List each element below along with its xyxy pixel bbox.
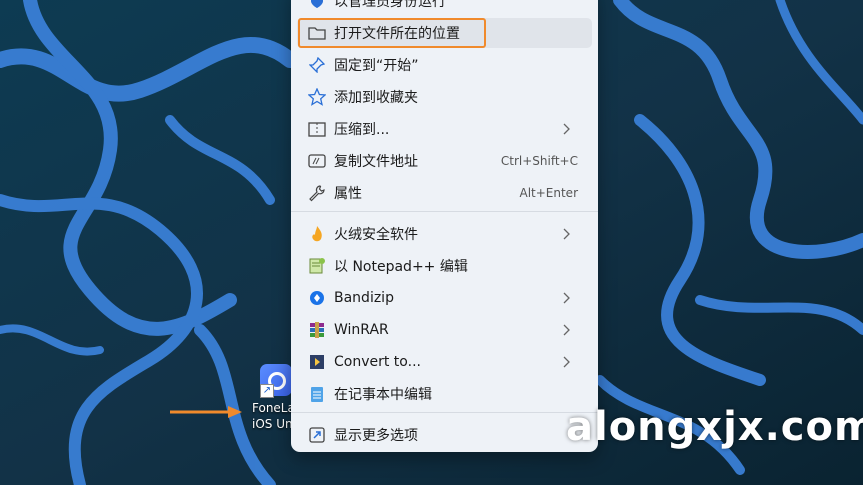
chevron-right-icon: [563, 228, 570, 240]
shortcut-label-line2: iOS Unlocker: [252, 417, 296, 431]
menu-item-shortcut: Ctrl+Shift+C: [500, 154, 578, 168]
menu-item-add-to-favorites[interactable]: 添加到收藏夹: [297, 82, 592, 112]
huorong-icon: [307, 224, 327, 244]
highlight-box: [298, 18, 486, 48]
menu-separator: [291, 412, 598, 413]
star-icon: [307, 87, 327, 107]
menu-item-pin-to-start[interactable]: 固定到“开始”: [297, 50, 592, 80]
menu-item-label: 压缩到...: [334, 122, 390, 138]
watermark: alongxjx.com: [566, 404, 863, 450]
menu-item-edit-in-notepad[interactable]: 在记事本中编辑: [297, 379, 592, 409]
menu-item-label: 以管理员身份运行: [334, 0, 446, 10]
menu-item-label: Convert to...: [334, 354, 421, 370]
menu-item-label: 火绒安全软件: [334, 227, 418, 243]
menu-separator: [291, 211, 598, 212]
menu-item-label: 显示更多选项: [334, 428, 418, 444]
menu-item-run-as-admin[interactable]: 以管理员身份运行: [297, 0, 592, 16]
menu-item-label: 属性: [334, 186, 362, 202]
menu-item-bandizip[interactable]: Bandizip: [297, 283, 592, 313]
chevron-right-icon: [563, 324, 570, 336]
menu-item-label: 添加到收藏夹: [334, 90, 418, 106]
convert-icon: [307, 352, 327, 372]
menu-item-show-more-options[interactable]: 显示更多选项: [297, 420, 592, 450]
menu-item-properties[interactable]: 属性 Alt+Enter: [297, 178, 592, 208]
context-menu: 以管理员身份运行 打开文件所在的位置 固定到“开始” 添加到收藏夹 压缩到...: [291, 0, 598, 452]
menu-item-label: 固定到“开始”: [334, 58, 419, 74]
shortcut-label-line1: FoneLab: [252, 401, 296, 415]
shield-icon: [307, 0, 327, 11]
notepad-icon: [307, 384, 327, 404]
menu-item-huorong[interactable]: 火绒安全软件: [297, 219, 592, 249]
menu-item-label: 以 Notepad++ 编辑: [334, 259, 468, 275]
menu-item-label: 复制文件地址: [334, 154, 418, 170]
menu-item-convert-to[interactable]: Convert to...: [297, 347, 592, 377]
more-options-icon: [307, 425, 327, 445]
chevron-right-icon: [563, 356, 570, 368]
menu-item-label: 在记事本中编辑: [334, 387, 432, 403]
menu-item-notepadpp[interactable]: 以 Notepad++ 编辑: [297, 251, 592, 281]
wrench-icon: [307, 183, 327, 203]
bandizip-icon: [307, 288, 327, 308]
menu-item-label: WinRAR: [334, 322, 389, 338]
chevron-right-icon: [563, 123, 570, 135]
zip-folder-icon: [307, 119, 327, 139]
menu-item-copy-file-path[interactable]: 复制文件地址 Ctrl+Shift+C: [297, 146, 592, 176]
pin-icon: [307, 55, 327, 75]
chevron-right-icon: [563, 292, 570, 304]
copy-path-icon: [307, 151, 327, 171]
annotation-arrow-icon: [170, 406, 242, 418]
notepadpp-icon: [307, 256, 327, 276]
shortcut-arrow-icon: ↗: [260, 384, 274, 398]
winrar-icon: [307, 320, 327, 340]
menu-item-label: Bandizip: [334, 290, 394, 306]
menu-item-compress-to[interactable]: 压缩到...: [297, 114, 592, 144]
desktop-shortcut-fonelab[interactable]: ↗ FoneLab iOS Unlocker: [252, 364, 296, 434]
menu-item-winrar[interactable]: WinRAR: [297, 315, 592, 345]
menu-item-shortcut: Alt+Enter: [519, 186, 578, 200]
